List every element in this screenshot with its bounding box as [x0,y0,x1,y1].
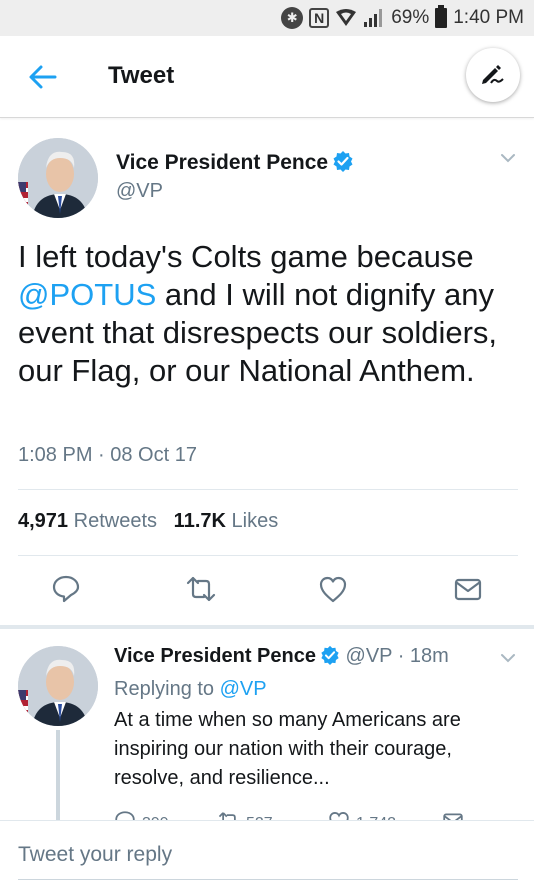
tweet-stats: 4,971 Retweets 11.7K Likes [18,510,278,533]
back-arrow-icon[interactable] [28,62,58,92]
reply-bar: Tweet your reply [0,820,534,889]
reply-icon[interactable] [51,574,81,604]
tweet-text-start: I left today's Colts game because [18,239,474,274]
battery-percent: 69% [391,7,430,28]
wifi-icon [335,9,357,27]
direct-message-icon[interactable] [453,574,483,604]
reply-author-name: Vice President Pence [114,645,316,667]
author-name-text: Vice President Pence [116,151,329,174]
nfc-icon: N [309,8,330,28]
signal-icon [363,8,385,28]
app-header: Tweet [0,36,534,118]
mention-link[interactable]: @POTUS [18,277,156,312]
retweets-count: 4,971 [18,510,69,532]
avatar[interactable] [18,138,98,218]
reply-handle-time: @VP · 18m [345,645,449,667]
replying-to-label: Replying to [114,678,215,700]
reply-tweet-text: At a time when so many Americans are ins… [114,709,461,789]
verified-badge-icon [320,645,340,671]
retweets-label: Retweets [73,510,157,532]
retweet-icon[interactable] [186,574,216,604]
tweet-actions [0,574,534,610]
avatar[interactable] [18,646,98,726]
likes-stat[interactable]: 11.7K Likes [174,510,279,532]
reply-author[interactable]: Vice President Pence @VP · 18m [114,645,449,671]
replying-to-handle[interactable]: @VP [220,678,267,700]
reply-input[interactable]: Tweet your reply [18,843,172,867]
page-title: Tweet [108,62,175,89]
replying-to: Replying to @VP [114,678,267,701]
tweet-timestamp: 1:08 PM · 08 Oct 17 [18,444,197,466]
author-name[interactable]: Vice President Pence [116,150,354,178]
chevron-down-icon[interactable] [498,148,518,168]
divider [18,489,518,490]
retweets-stat[interactable]: 4,971 Retweets [18,510,157,532]
reply-input-underline [18,879,518,880]
divider [18,555,518,556]
tweet-text: I left today's Colts game because @POTUS… [18,238,518,390]
likes-label: Likes [231,510,279,532]
clock: 1:40 PM [453,7,524,28]
status-bar: ✱ N 69% 1:40 PM [0,0,534,36]
battery-icon [435,5,448,28]
chevron-down-icon[interactable] [498,648,518,668]
section-divider [0,625,534,629]
like-icon[interactable] [318,574,348,604]
author-handle[interactable]: @VP [116,180,163,203]
compose-button[interactable] [466,48,520,102]
bluetooth-icon: ✱ [281,7,304,29]
thread-line [56,730,60,825]
compose-icon [479,59,507,92]
likes-count: 11.7K [173,510,226,532]
verified-badge-icon [332,150,354,178]
